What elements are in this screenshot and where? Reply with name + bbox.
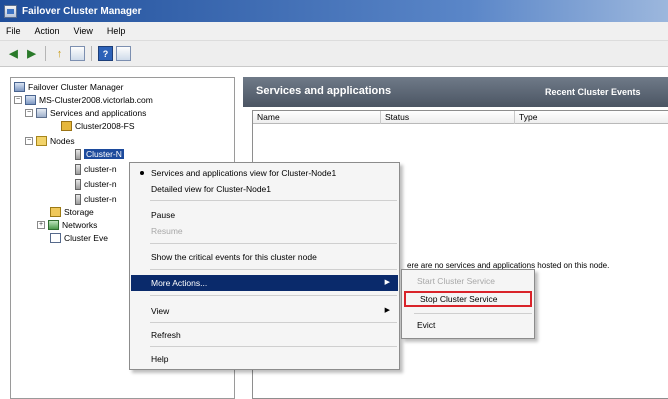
expand-icon[interactable]: + <box>37 221 45 229</box>
tree-label: Cluster-N <box>84 149 124 159</box>
failover-cluster-app-icon <box>4 4 17 18</box>
content-header: Services and applications Recent Cluster… <box>243 77 668 107</box>
tree-label: Networks <box>62 220 98 230</box>
collapse-icon[interactable]: − <box>25 109 33 117</box>
tree-item-node-2[interactable]: cluster-n <box>75 163 117 175</box>
submenu-item-evict[interactable]: Evict <box>403 317 533 333</box>
failover-manager-icon <box>14 82 25 92</box>
menu-item-label: View <box>151 306 170 316</box>
menu-separator <box>150 243 397 244</box>
submenu-arrow-icon: ▶ <box>384 307 390 314</box>
submenu-arrow-icon: ▶ <box>384 279 390 286</box>
content-title: Services and applications <box>256 85 392 97</box>
toolbar-separator <box>45 46 46 61</box>
tree-label: cluster-n <box>84 194 117 204</box>
menu-item-show-critical-events[interactable]: Show the critical events for this cluste… <box>131 249 398 265</box>
column-name[interactable]: Name <box>253 111 381 124</box>
recent-cluster-events-link[interactable]: Recent Cluster Events <box>545 87 641 97</box>
menu-file[interactable]: File <box>6 26 21 36</box>
tree-label: Services and applications <box>50 108 147 118</box>
services-icon <box>36 108 47 118</box>
help-icon[interactable]: ? <box>98 46 113 61</box>
menu-item-view[interactable]: View ▶ <box>131 303 398 319</box>
tree-label: MS-Cluster2008.victorlab.com <box>39 95 153 105</box>
storage-icon <box>50 207 61 217</box>
column-type[interactable]: Type <box>515 111 668 124</box>
tree-label: Nodes <box>50 136 75 146</box>
menu-item-label: Services and applications view for Clust… <box>151 168 337 178</box>
menu-item-label: More Actions... <box>151 278 208 288</box>
menu-separator <box>150 295 397 296</box>
networks-icon <box>48 220 59 230</box>
tree-item-storage[interactable]: Storage <box>50 206 94 218</box>
forward-arrow-icon[interactable]: ▶ <box>24 46 39 61</box>
up-folder-icon[interactable]: ↑ <box>52 46 67 61</box>
menu-bar: File Action View Help <box>0 22 668 41</box>
tree-item-nodes[interactable]: − Nodes <box>25 135 75 147</box>
collapse-icon[interactable]: − <box>14 96 22 104</box>
tree-item-root[interactable]: Failover Cluster Manager <box>14 81 123 93</box>
toolbar-separator <box>91 46 92 61</box>
menu-view[interactable]: View <box>74 26 93 36</box>
menu-item-detailed-view[interactable]: Detailed view for Cluster-Node1 <box>131 181 398 197</box>
tree-label: Cluster2008-FS <box>75 121 135 131</box>
title-bar: Failover Cluster Manager <box>0 0 668 22</box>
server-node-icon <box>75 148 81 160</box>
menu-item-help[interactable]: Help <box>131 351 398 367</box>
tree-label: Failover Cluster Manager <box>28 82 124 92</box>
menu-item-services-view[interactable]: Services and applications view for Clust… <box>131 165 398 181</box>
context-menu: Services and applications view for Clust… <box>129 162 400 370</box>
server-node-icon <box>75 178 81 190</box>
tree-item-networks[interactable]: + Networks <box>37 219 97 231</box>
tree-item-cluster2008-fs[interactable]: Cluster2008-FS <box>61 120 135 132</box>
menu-action[interactable]: Action <box>35 26 60 36</box>
menu-separator <box>414 313 532 314</box>
cluster-icon <box>25 95 36 105</box>
more-actions-submenu: Start Cluster Service Stop Cluster Servi… <box>401 269 535 339</box>
file-server-icon <box>61 121 72 131</box>
back-arrow-icon[interactable]: ◀ <box>6 46 21 61</box>
menu-help[interactable]: Help <box>107 26 126 36</box>
tree-label: Cluster Eve <box>64 233 108 243</box>
tree-item-node-1[interactable]: Cluster-N <box>75 148 124 160</box>
toolbar: ◀ ▶ ↑ ? <box>0 41 668 67</box>
menu-item-refresh[interactable]: Refresh <box>131 327 398 343</box>
cluster-events-icon <box>50 233 61 243</box>
tree-item-cluster-events[interactable]: Cluster Eve <box>50 232 108 244</box>
server-node-icon <box>75 193 81 205</box>
menu-separator <box>150 346 397 347</box>
nodes-folder-icon <box>36 136 47 146</box>
collapse-icon[interactable]: − <box>25 137 33 145</box>
column-status[interactable]: Status <box>381 111 515 124</box>
show-hide-tree-icon[interactable] <box>70 46 85 61</box>
menu-item-more-actions[interactable]: More Actions... ▶ <box>131 275 398 291</box>
window-title: Failover Cluster Manager <box>22 5 142 17</box>
tree-label: cluster-n <box>84 164 117 174</box>
menu-item-resume: Resume <box>151 226 183 236</box>
tree-item-services[interactable]: − Services and applications <box>25 107 146 119</box>
tree-label: Storage <box>64 207 94 217</box>
menu-separator <box>150 322 397 323</box>
show-hide-action-pane-icon[interactable] <box>116 46 131 61</box>
tree-item-node-3[interactable]: cluster-n <box>75 178 117 190</box>
menu-separator <box>150 200 397 201</box>
submenu-item-stop-cluster-service[interactable]: Stop Cluster Service <box>404 291 532 307</box>
grid-header: Name Status Type A <box>253 111 668 124</box>
submenu-item-start-cluster-service: Start Cluster Service <box>417 276 495 286</box>
tree-label: cluster-n <box>84 179 117 189</box>
tree-item-cluster[interactable]: − MS-Cluster2008.victorlab.com <box>14 94 153 106</box>
selected-bullet-icon <box>140 171 144 175</box>
menu-separator <box>150 269 397 270</box>
server-node-icon <box>75 163 81 175</box>
menu-item-pause[interactable]: Pause <box>131 207 398 223</box>
tree-item-node-4[interactable]: cluster-n <box>75 193 117 205</box>
